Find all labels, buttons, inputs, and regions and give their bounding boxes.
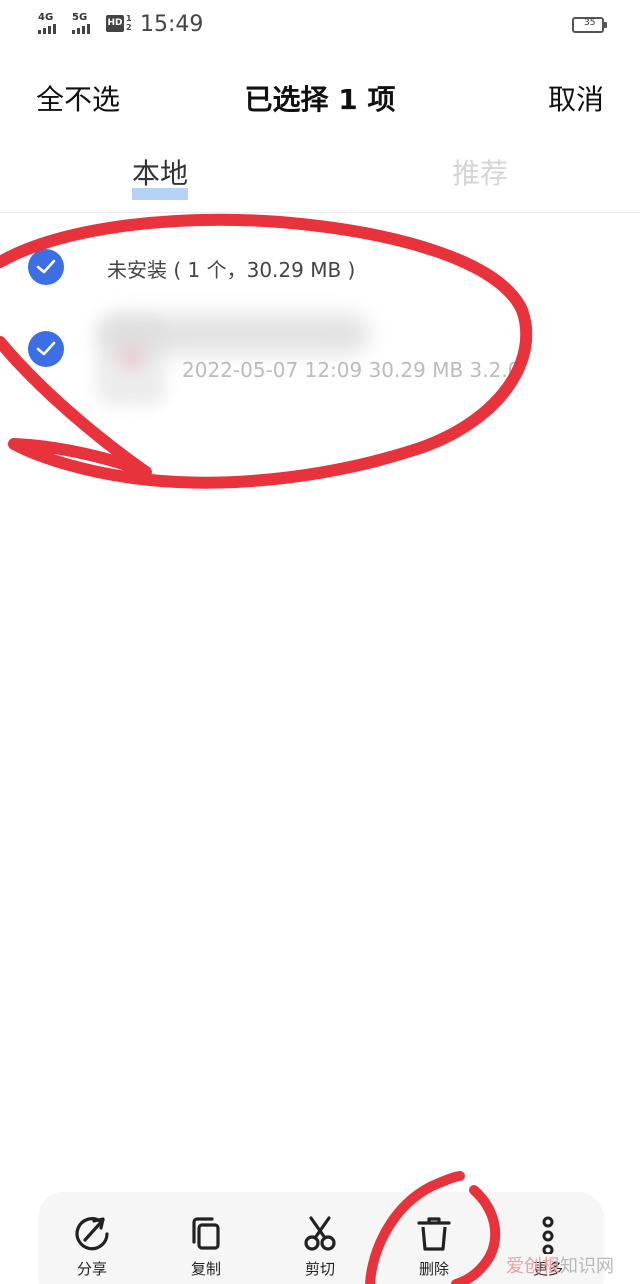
share-icon: [75, 1217, 109, 1251]
page-title: 已选择 1 项: [244, 83, 396, 116]
tab-bar: 本地 推荐: [0, 148, 640, 208]
copy-button[interactable]: 复制: [166, 1214, 246, 1279]
list-item[interactable]: 2022-05-07 12:09 30.29 MB 3.2.0: [0, 310, 640, 420]
group-header-row[interactable]: 未安装 ( 1 个，30.29 MB ): [0, 246, 640, 290]
watermark-part-b: 知识网: [560, 1256, 614, 1277]
hd-sub-bottom: 2: [126, 23, 132, 32]
blurred-file-name: [100, 314, 370, 354]
group-checkbox[interactable]: [28, 249, 64, 285]
tab-recommended[interactable]: 推荐: [452, 152, 508, 192]
group-label: 未安装 ( 1 个，30.29 MB ): [107, 258, 356, 282]
hd-label: HD: [106, 15, 124, 32]
file-meta: 2022-05-07 12:09 30.29 MB 3.2.0: [182, 358, 521, 382]
cut-label: 剪切: [304, 1260, 335, 1278]
signal-5g-label: 5G: [72, 12, 88, 23]
share-label: 分享: [76, 1260, 107, 1278]
cancel-button[interactable]: 取消: [548, 78, 604, 118]
copy-label: 复制: [190, 1260, 221, 1278]
trash-icon: [417, 1217, 451, 1251]
delete-button[interactable]: 删除: [394, 1214, 474, 1279]
cut-button[interactable]: 剪切: [280, 1214, 360, 1279]
battery-icon: 35: [572, 17, 607, 33]
tab-divider: [0, 212, 640, 213]
signal-4g-icon: 4G: [38, 12, 56, 34]
scissors-icon: [304, 1216, 336, 1251]
hd-voice-icon: HD 1 2: [106, 14, 136, 34]
signal-5g-icon: 5G: [72, 12, 90, 34]
share-button[interactable]: 分享: [52, 1214, 132, 1279]
selection-header: 全不选 已选择 1 项 取消: [0, 60, 640, 128]
tab-local[interactable]: 本地: [132, 152, 189, 200]
tab-recommended-label: 推荐: [452, 157, 509, 190]
tab-local-label: 本地: [132, 157, 189, 190]
hd-sub-top: 1: [126, 14, 132, 23]
watermark-part-a: 爱创根: [506, 1256, 560, 1277]
status-time: 15:49: [140, 12, 204, 37]
status-bar: 4G 5G HD 1 2 15:49 35: [0, 0, 640, 52]
checkmark-icon: [36, 259, 56, 274]
copy-icon: [192, 1217, 220, 1250]
delete-label: 删除: [418, 1260, 449, 1278]
signal-4g-label: 4G: [38, 12, 54, 23]
battery-level: 35: [584, 18, 596, 28]
checkmark-icon: [36, 341, 56, 356]
more-icon: [542, 1216, 554, 1254]
item-checkbox[interactable]: [28, 331, 64, 367]
watermark: 爱创根知识网: [506, 1252, 614, 1278]
